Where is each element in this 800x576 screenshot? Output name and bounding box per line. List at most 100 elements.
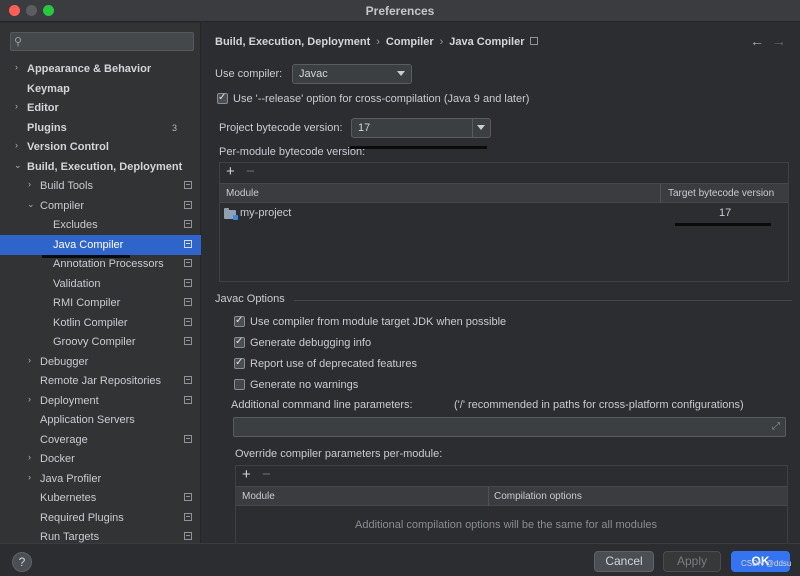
release-option-checkbox[interactable]: ✓ xyxy=(217,92,228,104)
sidebar-item-label: Keymap xyxy=(27,82,70,95)
sidebar-item-java-profiler[interactable]: › Java Profiler xyxy=(0,469,201,489)
chevron-right-icon[interactable]: › xyxy=(28,472,31,482)
sidebar-item-label: Debugger xyxy=(40,355,89,368)
sidebar-item-plugins[interactable]: Plugins 3 xyxy=(0,118,201,138)
project-settings-icon xyxy=(184,376,192,384)
sidebar-item-groovy-compiler[interactable]: Groovy Compiler xyxy=(0,332,201,352)
project-settings-icon xyxy=(184,434,192,443)
chevron-down-icon[interactable]: ⌄ xyxy=(27,199,35,210)
module-target-version[interactable]: 17 xyxy=(719,207,731,219)
sidebar-item-debugger[interactable]: › Debugger xyxy=(0,352,201,372)
cmd-params-input[interactable]: ⤢ xyxy=(233,417,786,437)
forward-arrow-icon[interactable]: → xyxy=(772,33,786,49)
breadcrumb-item[interactable]: Build, Execution, Deployment xyxy=(215,36,370,48)
breadcrumb-separator: › xyxy=(439,36,444,48)
sidebar-item-deployment[interactable]: › Deployment xyxy=(0,391,201,411)
chevron-down-icon xyxy=(477,125,485,130)
no-warnings-checkbox[interactable] xyxy=(234,379,245,390)
sidebar-item-editor[interactable]: › Editor xyxy=(0,98,201,118)
column-divider[interactable] xyxy=(660,184,661,203)
add-icon[interactable]: + xyxy=(242,466,251,483)
breadcrumb-item: Java Compiler xyxy=(449,36,525,48)
column-header-module[interactable]: Module xyxy=(226,188,259,199)
help-button[interactable]: ? xyxy=(12,552,32,572)
sidebar-item-application-servers[interactable]: Application Servers xyxy=(0,410,201,430)
project-settings-icon xyxy=(184,220,192,228)
sidebar-item-compiler[interactable]: ⌄ Compiler xyxy=(0,196,201,216)
add-icon[interactable]: + xyxy=(226,163,235,180)
column-header-target-version[interactable]: Target bytecode version xyxy=(668,188,774,199)
chevron-down-icon xyxy=(397,71,405,76)
sidebar-item-kubernetes[interactable]: Kubernetes xyxy=(0,488,201,508)
chevron-right-icon[interactable]: › xyxy=(28,179,31,189)
sidebar-item-build-execution-deployment[interactable]: ⌄ Build, Execution, Deployment xyxy=(0,157,201,177)
use-compiler-label: Use compiler: xyxy=(215,68,283,80)
column-header-module[interactable]: Module xyxy=(242,491,275,502)
chevron-right-icon[interactable]: › xyxy=(28,355,31,365)
column-divider[interactable] xyxy=(488,487,489,506)
sidebar-item-build-tools[interactable]: › Build Tools xyxy=(0,176,201,196)
debug-info-checkbox[interactable]: ✓ xyxy=(234,336,245,348)
sidebar-item-required-plugins[interactable]: Required Plugins xyxy=(0,508,201,528)
settings-search[interactable]: ⚲ xyxy=(10,32,194,51)
sidebar-item-keymap[interactable]: Keymap xyxy=(0,79,201,99)
sidebar-item-docker[interactable]: › Docker xyxy=(0,449,201,469)
sidebar-item-label: Build, Execution, Deployment xyxy=(27,160,183,173)
sidebar-item-validation[interactable]: Validation xyxy=(0,274,201,294)
plugins-update-count-badge: 3 xyxy=(171,122,177,133)
remove-icon[interactable]: − xyxy=(262,466,271,483)
module-name: my-project xyxy=(240,207,292,219)
project-settings-icon xyxy=(184,200,192,209)
sidebar-item-label: Java Compiler xyxy=(53,238,124,251)
sidebar-item-label: Application Servers xyxy=(40,414,135,426)
expand-icon[interactable]: ⤢ xyxy=(772,421,780,432)
back-arrow-icon[interactable]: ← xyxy=(750,33,764,49)
override-params-table: + − Module Compilation options Additiona… xyxy=(235,465,788,543)
sidebar-item-label: Kubernetes xyxy=(40,492,97,504)
sidebar-item-excludes[interactable]: Excludes xyxy=(0,215,201,235)
compiler-select[interactable]: Javac xyxy=(292,64,412,84)
project-settings-icon xyxy=(184,181,192,189)
sidebar-item-java-compiler[interactable]: Java Compiler xyxy=(0,234,201,255)
cmd-params-hint: ('/' recommended in paths for cross-plat… xyxy=(454,399,744,411)
sidebar-item-remote-jar-repositories[interactable]: Remote Jar Repositories xyxy=(0,371,201,391)
table-row[interactable]: my-project 17 xyxy=(220,204,788,224)
bytecode-version-select[interactable]: 17 xyxy=(351,118,491,138)
check-icon: ✓ xyxy=(235,336,244,347)
sidebar-item-kotlin-compiler[interactable]: Kotlin Compiler xyxy=(0,313,201,333)
chevron-right-icon[interactable]: › xyxy=(28,452,31,462)
sidebar-item-label: Plugins xyxy=(27,121,67,134)
breadcrumb-item[interactable]: Compiler xyxy=(386,36,434,48)
project-settings-icon xyxy=(530,37,539,46)
deprecation-checkbox[interactable]: ✓ xyxy=(234,357,245,369)
project-settings-icon xyxy=(184,512,192,521)
cmd-params-label: Additional command line parameters: xyxy=(231,399,413,411)
sidebar-item-coverage[interactable]: Coverage xyxy=(0,430,201,450)
chevron-right-icon[interactable]: › xyxy=(15,101,18,111)
sidebar-item-label: Validation xyxy=(53,277,101,290)
sidebar-item-label: Annotation Processors xyxy=(53,258,164,270)
chevron-right-icon[interactable]: › xyxy=(15,62,18,72)
breadcrumb-separator: › xyxy=(376,36,380,48)
javac-options-title: Javac Options xyxy=(215,293,285,305)
chevron-down-icon[interactable]: ⌄ xyxy=(14,160,22,171)
chevron-right-icon[interactable]: › xyxy=(28,394,31,404)
use-module-jdk-checkbox[interactable]: ✓ xyxy=(234,315,245,327)
redaction-mark xyxy=(675,223,771,226)
use-module-jdk-label: Use compiler from module target JDK when… xyxy=(250,316,507,328)
remove-icon[interactable]: − xyxy=(246,163,255,180)
column-header-compilation-options[interactable]: Compilation options xyxy=(494,491,582,502)
chevron-right-icon[interactable]: › xyxy=(15,140,18,150)
cancel-button[interactable]: Cancel xyxy=(594,551,654,572)
override-params-label: Override compiler parameters per-module: xyxy=(235,448,443,460)
sidebar-item-annotation-processors[interactable]: Annotation Processors xyxy=(0,254,201,274)
sidebar-item-version-control[interactable]: › Version Control xyxy=(0,137,201,157)
no-warnings-label: Generate no warnings xyxy=(250,379,359,391)
search-input[interactable] xyxy=(33,33,191,50)
sidebar-item-appearance[interactable]: › Appearance & Behavior xyxy=(0,59,201,79)
apply-button[interactable]: Apply xyxy=(663,551,721,572)
sidebar-item-label: Groovy Compiler xyxy=(53,336,136,348)
sidebar-item-rmi-compiler[interactable]: RMI Compiler xyxy=(0,293,201,313)
table-toolbar: + − xyxy=(236,466,787,486)
check-icon: ✓ xyxy=(235,315,244,326)
